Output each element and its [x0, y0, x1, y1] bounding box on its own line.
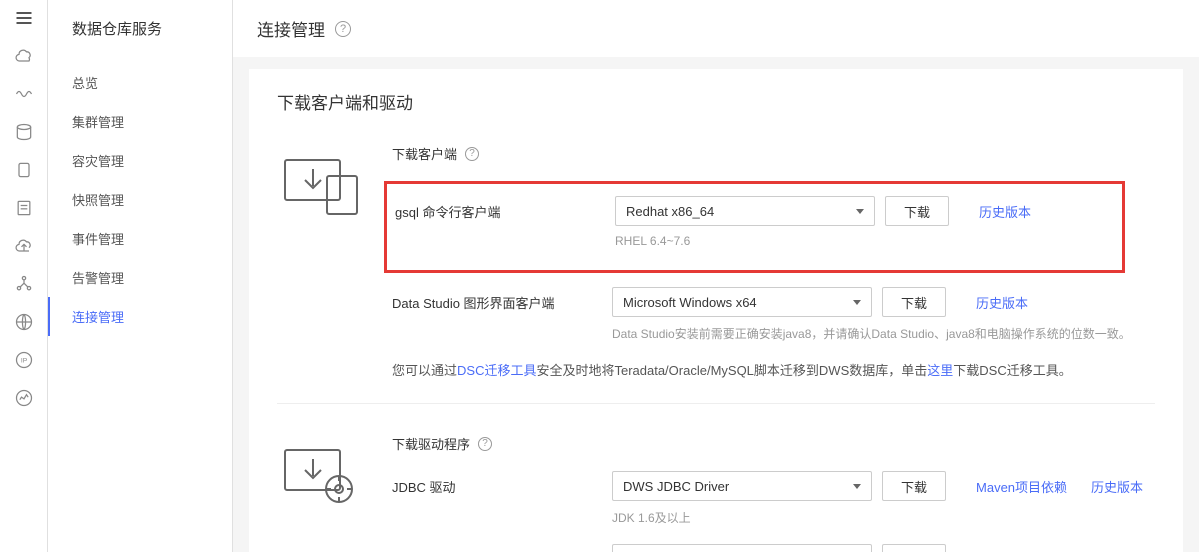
sidebar-item-connection[interactable]: 连接管理: [48, 297, 232, 336]
ds-label: Data Studio 图形界面客户端: [392, 293, 612, 312]
device-icon[interactable]: [14, 160, 34, 180]
gsql-download-button[interactable]: 下载: [885, 196, 949, 226]
help-icon[interactable]: ?: [465, 147, 479, 161]
sidebar-item-overview[interactable]: 总览: [48, 63, 232, 102]
driver-illustration-icon: [277, 434, 372, 509]
jdbc-hint: JDK 1.6及以上: [392, 509, 1155, 526]
sidebar-item-dr[interactable]: 容灾管理: [48, 141, 232, 180]
dsc-description: 您可以通过DSC迁移工具安全及时地将Teradata/Oracle/MySQL脚…: [392, 360, 1155, 379]
icon-rail: IP: [0, 0, 48, 552]
jdbc-maven-link[interactable]: Maven项目依赖: [976, 477, 1067, 496]
gsql-select[interactable]: Redhat x86_64: [615, 196, 875, 226]
jdbc-download-button[interactable]: 下载: [882, 471, 946, 501]
client-title: 下载客户端 ?: [392, 144, 1155, 163]
chevron-down-icon: [853, 300, 861, 305]
upload-icon[interactable]: [14, 236, 34, 256]
help-icon[interactable]: ?: [335, 21, 351, 37]
jdbc-history-link[interactable]: 历史版本: [1091, 477, 1143, 496]
cloud-icon[interactable]: [14, 46, 34, 66]
server-icon[interactable]: [14, 122, 34, 142]
page-title: 连接管理: [257, 16, 325, 41]
odbc-select[interactable]: Microsoft Windows x86_64: [612, 544, 872, 552]
sidebar-item-event[interactable]: 事件管理: [48, 219, 232, 258]
odbc-download-button[interactable]: 下载: [882, 544, 946, 552]
monitor-icon[interactable]: [14, 388, 34, 408]
client-illustration-icon: [277, 144, 372, 219]
section-title: 下载客户端和驱动: [277, 89, 1155, 114]
service-title: 数据仓库服务: [48, 18, 232, 63]
jdbc-label: JDBC 驱动: [392, 477, 612, 496]
ds-select[interactable]: Microsoft Windows x64: [612, 287, 872, 317]
gsql-history-link[interactable]: 历史版本: [979, 202, 1031, 221]
help-icon[interactable]: ?: [478, 437, 492, 451]
gsql-label: gsql 命令行客户端: [395, 202, 615, 221]
file-icon[interactable]: [14, 198, 34, 218]
dsc-tool-link[interactable]: DSC迁移工具: [457, 363, 536, 378]
driver-title: 下载驱动程序 ?: [392, 434, 1155, 453]
ds-history-link[interactable]: 历史版本: [976, 293, 1028, 312]
dsc-here-link[interactable]: 这里: [927, 363, 953, 378]
sidebar: 数据仓库服务 总览 集群管理 容灾管理 快照管理 事件管理 告警管理 连接管理: [48, 0, 233, 552]
ds-hint: Data Studio安装前需要正确安装java8，并请确认Data Studi…: [392, 325, 1155, 342]
sidebar-item-alarm[interactable]: 告警管理: [48, 258, 232, 297]
ds-download-button[interactable]: 下载: [882, 287, 946, 317]
svg-text:IP: IP: [20, 358, 27, 365]
sidebar-item-cluster[interactable]: 集群管理: [48, 102, 232, 141]
gsql-hint: RHEL 6.4~7.6: [395, 234, 1122, 248]
wave-icon[interactable]: [14, 84, 34, 104]
sidebar-item-snapshot[interactable]: 快照管理: [48, 180, 232, 219]
divider: [277, 403, 1155, 404]
content: 下载客户端和驱动 下载客户端 ?: [249, 69, 1183, 552]
highlight-box: gsql 命令行客户端 Redhat x86_64 下载 历史版本 RHEL 6…: [384, 181, 1125, 273]
jdbc-select[interactable]: DWS JDBC Driver: [612, 471, 872, 501]
client-section: 下载客户端 ? gsql 命令行客户端 Redhat x86_64 下载: [277, 144, 1155, 383]
driver-section: 下载驱动程序 ? JDBC 驱动 DWS JDBC Driver 下载 Mave…: [277, 434, 1155, 552]
chevron-down-icon: [856, 209, 864, 214]
main: 连接管理 ? 下载客户端和驱动 下载客户端 ?: [233, 0, 1199, 552]
globe-icon[interactable]: [14, 312, 34, 332]
chevron-down-icon: [853, 484, 861, 489]
share-icon[interactable]: [14, 274, 34, 294]
ip-icon[interactable]: IP: [14, 350, 34, 370]
page-header: 连接管理 ?: [233, 0, 1199, 57]
menu-icon[interactable]: [14, 8, 34, 28]
